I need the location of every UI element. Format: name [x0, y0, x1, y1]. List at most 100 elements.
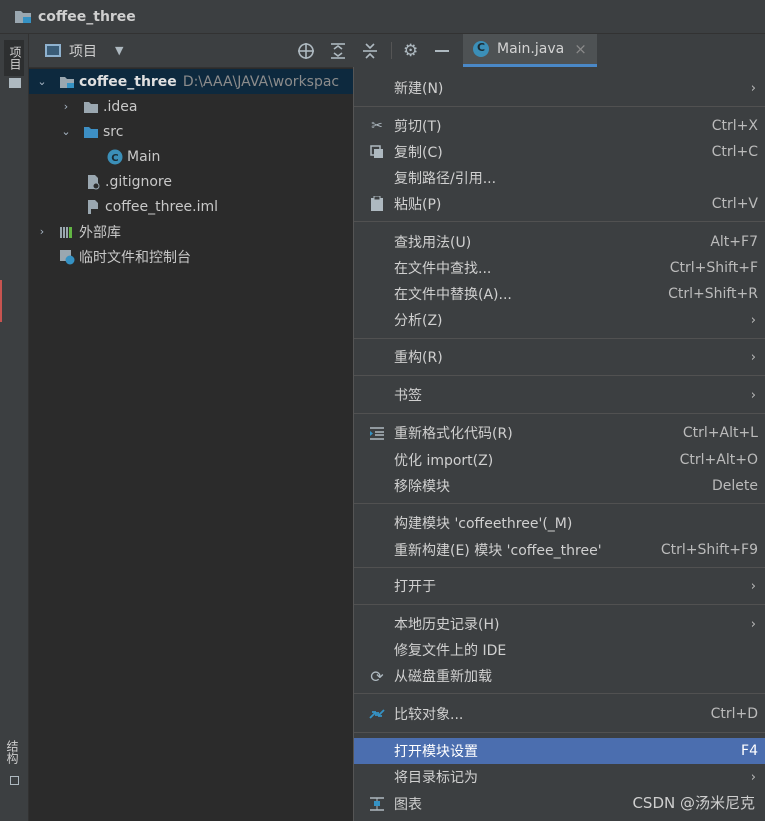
- menu-item-optimize-imports[interactable]: 优化 import(Z) Ctrl+Alt+O: [354, 447, 765, 473]
- menu-separator: [354, 338, 765, 339]
- reformat-icon: [368, 424, 386, 442]
- editor-tab-strip: [597, 34, 765, 68]
- chevron-right-icon: ›: [750, 616, 756, 632]
- menu-label: 本地历史记录(H): [394, 617, 500, 633]
- tree-row-main[interactable]: C Main: [29, 144, 353, 169]
- tree-row-iml[interactable]: coffee_three.iml: [29, 194, 353, 219]
- menu-item-paste[interactable]: 粘贴(P) Ctrl+V: [354, 191, 765, 217]
- tab-label: Main.java: [497, 41, 565, 57]
- iml-file-icon: [85, 199, 101, 215]
- menu-item-repair-ide[interactable]: 修复文件上的 IDE: [354, 637, 765, 663]
- menu-separator: [354, 413, 765, 414]
- chevron-down-icon[interactable]: ⌄: [35, 75, 49, 88]
- scissors-icon: ✂: [371, 118, 383, 134]
- java-class-icon: C: [473, 41, 489, 57]
- menu-shortcut: Ctrl+V: [711, 196, 758, 212]
- refresh-icon: ⟳: [370, 666, 384, 686]
- menu-separator: [354, 375, 765, 376]
- menu-label: 复制路径/引用...: [394, 171, 497, 187]
- menu-separator: [354, 693, 765, 694]
- chevron-right-icon: ›: [750, 387, 756, 403]
- tree-label: coffee_three: [79, 73, 177, 90]
- menu-label: 剪切(T): [394, 119, 442, 135]
- menu-label: 查找用法(U): [394, 235, 472, 251]
- left-tool-strip: 项目 结构: [0, 34, 29, 821]
- chevron-right-icon: ›: [750, 349, 756, 365]
- menu-shortcut: Ctrl+Shift+F9: [660, 542, 758, 558]
- structure-tool-tab-label: 结构: [5, 740, 19, 764]
- tree-row-scratches[interactable]: 临时文件和控制台: [29, 244, 353, 269]
- menu-item-refactor[interactable]: 重构(R) ›: [354, 344, 765, 370]
- tree-label: coffee_three.iml: [105, 198, 219, 215]
- menu-item-module-settings[interactable]: 打开模块设置 F4: [354, 738, 765, 764]
- library-icon: [59, 224, 75, 240]
- menu-item-open-in[interactable]: 打开于 ›: [354, 573, 765, 599]
- menu-shortcut: Alt+F7: [710, 234, 758, 250]
- menu-item-reload-from-disk[interactable]: ⟳ 从磁盘重新加载: [354, 663, 765, 689]
- tree-row-gitignore[interactable]: .gitignore: [29, 169, 353, 194]
- tab-main-java[interactable]: C Main.java ×: [463, 34, 597, 67]
- menu-item-copy-path[interactable]: 复制路径/引用...: [354, 165, 765, 191]
- menu-item-remove-module[interactable]: 移除模块 Delete: [354, 473, 765, 499]
- expand-all-icon: [331, 42, 345, 59]
- gear-icon: ⚙: [403, 40, 419, 61]
- menu-shortcut: Ctrl+C: [711, 144, 758, 160]
- options-button[interactable]: ⚙: [403, 34, 418, 67]
- svg-text:C: C: [111, 153, 118, 164]
- menu-shortcut: Delete: [712, 478, 758, 494]
- chevron-right-icon[interactable]: ›: [59, 100, 73, 113]
- menu-label: 重新构建(E) 模块 'coffee_three': [394, 543, 602, 559]
- menu-separator: [354, 503, 765, 504]
- menu-label: 从磁盘重新加载: [394, 669, 492, 685]
- menu-item-rebuild-module[interactable]: 重新构建(E) 模块 'coffee_three' Ctrl+Shift+F9: [354, 537, 765, 563]
- menu-item-find-usages[interactable]: 查找用法(U) Alt+F7: [354, 229, 765, 255]
- crosshair-icon: [298, 42, 314, 59]
- menu-item-mark-directory[interactable]: 将目录标记为 ›: [354, 764, 765, 790]
- menu-item-cut[interactable]: ✂ 剪切(T) Ctrl+X: [354, 113, 765, 139]
- project-tool-tab[interactable]: 项目: [4, 40, 24, 76]
- menu-item-analyze[interactable]: 分析(Z) ›: [354, 307, 765, 333]
- error-stripe-marker: [0, 280, 2, 322]
- menu-item-compare-with[interactable]: 比较对象... Ctrl+D: [354, 701, 765, 727]
- structure-tool-tab[interactable]: 结构: [4, 740, 21, 764]
- chevron-right-icon: ›: [750, 578, 756, 594]
- menu-item-new[interactable]: 新建(N) ›: [354, 75, 765, 101]
- structure-tool-icon: [10, 776, 19, 785]
- project-view-icon: [45, 44, 61, 57]
- minimize-icon: [435, 49, 449, 52]
- expand-all-button[interactable]: [329, 34, 347, 67]
- menu-separator: [354, 221, 765, 222]
- tree-row-root[interactable]: ⌄ coffee_three D:\AAA\JAVA\workspac: [29, 69, 353, 94]
- hide-panel-button[interactable]: [435, 34, 449, 67]
- chevron-down-icon[interactable]: ⌄: [59, 125, 73, 138]
- project-toolbar: 项目 ▼ ⚙: [29, 34, 465, 68]
- tree-row-src[interactable]: ⌄ src: [29, 119, 353, 144]
- project-tool-tab-label: 项目: [8, 46, 22, 70]
- close-icon[interactable]: ×: [574, 40, 587, 58]
- copy-icon: [368, 143, 386, 161]
- menu-item-local-history[interactable]: 本地历史记录(H) ›: [354, 611, 765, 637]
- project-view-selector[interactable]: 项目 ▼: [45, 34, 123, 67]
- menu-item-copy[interactable]: 复制(C) Ctrl+C: [354, 139, 765, 165]
- compare-arrows-icon: [368, 705, 386, 723]
- menu-item-find-in-files[interactable]: 在文件中查找... Ctrl+Shift+F: [354, 255, 765, 281]
- scratch-icon: [59, 249, 75, 265]
- menu-shortcut: Ctrl+Alt+L: [682, 425, 758, 441]
- menu-label: 移除模块: [394, 479, 450, 495]
- menu-item-bookmarks[interactable]: 书签 ›: [354, 382, 765, 408]
- menu-shortcut: Ctrl+X: [711, 118, 758, 134]
- menu-label: 打开于: [394, 579, 436, 595]
- menu-item-reformat[interactable]: 重新格式化代码(R) Ctrl+Alt+L: [354, 420, 765, 446]
- tree-row-idea[interactable]: › .idea: [29, 94, 353, 119]
- menu-label: 在文件中查找...: [394, 261, 492, 277]
- chevron-right-icon: ›: [750, 769, 756, 785]
- chevron-right-icon[interactable]: ›: [35, 225, 49, 238]
- menu-item-replace-in-files[interactable]: 在文件中替换(A)... Ctrl+Shift+R: [354, 281, 765, 307]
- menu-item-build-module[interactable]: 构建模块 'coffeethree'(_M): [354, 510, 765, 536]
- menu-separator: [354, 732, 765, 733]
- collapse-all-button[interactable]: [361, 34, 379, 67]
- menu-separator: [354, 106, 765, 107]
- tree-label: .idea: [103, 98, 138, 115]
- select-opened-file-button[interactable]: [297, 34, 315, 67]
- tree-row-external-libs[interactable]: › 外部库: [29, 219, 353, 244]
